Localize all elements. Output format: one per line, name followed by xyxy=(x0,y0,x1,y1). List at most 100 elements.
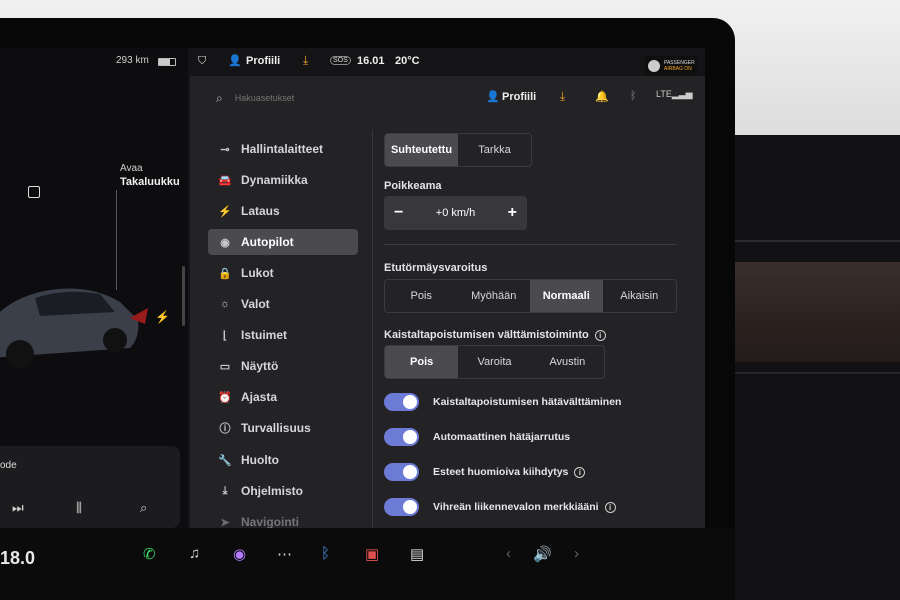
collision-option-off[interactable]: Pois xyxy=(385,280,458,312)
steering-wheel-icon: ◉ xyxy=(220,236,230,249)
car-icon: 🚘 xyxy=(218,174,232,187)
sidebar-item-lataus[interactable]: ⚡ Lataus xyxy=(208,198,358,224)
sidebar-item-label: Huolto xyxy=(241,453,279,467)
obstacle-accel-toggle[interactable] xyxy=(384,463,419,481)
sidebar-item-ajasta[interactable]: ⏰ Ajasta xyxy=(208,384,358,410)
collision-option-late[interactable]: Myöhään xyxy=(458,280,531,312)
dashcam-icon[interactable]: ▣ xyxy=(365,545,379,563)
lane-departure-label-row: Kaistaltapoistumisen välttämistoiminto i xyxy=(384,329,606,341)
sidebar-item-label: Lataus xyxy=(241,204,280,218)
sidebar-item-lukot[interactable]: 🔒 Lukot xyxy=(208,260,358,286)
cabin-temperature[interactable]: 18.0 xyxy=(0,548,35,569)
sidebar-item-label: Autopilot xyxy=(241,235,294,249)
airbag-icon xyxy=(648,60,660,72)
header-profile-icon: 👤 xyxy=(486,91,500,103)
frunk-lock-icon[interactable] xyxy=(28,186,40,198)
more-apps-icon[interactable]: ⋯ xyxy=(277,545,292,563)
collision-option-normal[interactable]: Normaali xyxy=(530,280,603,312)
lock-status-icon[interactable]: ⛉ xyxy=(198,55,206,68)
toggle-row-green-light-chime: Vihreän liikennevalon merkkiääni i xyxy=(384,496,616,518)
sidebar-item-dynamiikka[interactable]: 🚘 Dynamiikka xyxy=(208,167,358,193)
header-profile-button[interactable]: Profiili xyxy=(502,91,536,103)
bell-icon[interactable]: 🔔 xyxy=(595,90,609,103)
dashboard-trim-line xyxy=(730,240,900,242)
toggle-label: Automaattinen hätäjarrutus xyxy=(433,431,571,443)
phone-icon[interactable]: ✆ xyxy=(143,545,156,563)
header-download-icon[interactable]: ⤓ xyxy=(560,89,565,104)
collision-warning-label: Etutörmäysvaroitus xyxy=(384,262,488,274)
bluetooth-icon[interactable]: ᛒ xyxy=(630,90,637,102)
manual-icon[interactable]: ▤ xyxy=(410,545,424,563)
offset-decrease-button[interactable]: − xyxy=(394,204,403,222)
search-icon: ⌕ xyxy=(216,90,223,105)
profile-icon: 👤 xyxy=(228,55,242,67)
lane-departure-label: Kaistaltapoistumisen välttämistoiminto xyxy=(384,329,589,341)
dashboard-wood-trim xyxy=(730,262,900,362)
sidebar-item-hallintalaitteet[interactable]: ⊸ Hallintalaitteet xyxy=(208,136,358,162)
sidebar-item-autopilot[interactable]: ◉ Autopilot xyxy=(208,229,358,255)
sidebar-item-label: Lukot xyxy=(241,266,274,280)
green-light-chime-toggle[interactable] xyxy=(384,498,419,516)
signal-icon: LTE▂▃▅ xyxy=(656,89,693,99)
lane-option-warn[interactable]: Varoita xyxy=(458,346,530,378)
next-track-icon[interactable]: ⏭ xyxy=(12,500,24,516)
software-update-icon[interactable]: ⤓ xyxy=(303,53,308,68)
auto-braking-toggle[interactable] xyxy=(384,428,419,446)
seat-icon: ⌊ xyxy=(222,329,228,342)
sidebar-item-label: Istuimet xyxy=(241,328,288,342)
camera-icon[interactable]: ◉ xyxy=(233,545,246,563)
lane-option-assist[interactable]: Avustin xyxy=(531,346,604,378)
settings-search-input[interactable] xyxy=(234,93,415,103)
sidebar-item-naytto[interactable]: ▭ Näyttö xyxy=(208,353,358,379)
sidebar-item-istuimet[interactable]: ⌊ Istuimet xyxy=(208,322,358,348)
display-icon: ▭ xyxy=(219,360,231,373)
sidebar-item-turvallisuus[interactable]: ⓘ Turvallisuus xyxy=(208,415,358,441)
bluetooth-app-icon[interactable]: ᛒ xyxy=(321,545,330,562)
alarm-clock-icon: ⏰ xyxy=(218,391,232,404)
equalizer-icon[interactable]: ⫼ xyxy=(76,500,82,516)
speed-mode-selector: Suhteutettu Tarkka xyxy=(384,133,532,167)
speed-mode-option-exact[interactable]: Tarkka xyxy=(458,134,531,166)
media-search-icon[interactable]: ⌕ xyxy=(140,500,147,516)
bottom-dock xyxy=(0,528,735,600)
offset-label: Poikkeama xyxy=(384,180,442,192)
collision-option-early[interactable]: Aikaisin xyxy=(603,280,677,312)
info-icon[interactable]: i xyxy=(604,501,616,513)
panel-scrollbar[interactable] xyxy=(182,266,185,326)
lane-option-off[interactable]: Pois xyxy=(385,346,459,378)
volume-icon[interactable]: 🔊 xyxy=(533,545,552,563)
sidebar-item-valot[interactable]: ☼ Valot xyxy=(208,291,358,317)
sos-icon[interactable]: SOS xyxy=(330,56,351,65)
info-icon[interactable]: i xyxy=(594,329,606,341)
car-view-panel: 293 km Avaa Takaluukku ⚡ xyxy=(0,48,188,588)
offset-value: +0 km/h xyxy=(435,207,476,219)
sidebar-item-ohjelmisto[interactable]: ⤓ Ohjelmisto xyxy=(208,478,358,504)
sidebar-item-label: Näyttö xyxy=(241,359,279,373)
speed-mode-option-relative[interactable]: Suhteutettu xyxy=(385,134,458,166)
emergency-lane-toggle[interactable] xyxy=(384,393,419,411)
bolt-icon: ⚡ xyxy=(218,205,232,218)
sidebar-item-label: Turvallisuus xyxy=(241,421,311,435)
trunk-button[interactable]: Takaluukku xyxy=(120,176,180,188)
info-circle-icon: ⓘ xyxy=(219,423,231,435)
toggle-label: Esteet huomioiva kiihdytys xyxy=(433,466,569,478)
wrench-icon: 🔧 xyxy=(218,454,232,467)
offset-increase-button[interactable]: + xyxy=(508,204,517,222)
media-player-card[interactable] xyxy=(0,446,180,528)
volume-up-chevron-icon[interactable]: › xyxy=(574,545,579,562)
passenger-airbag-indicator: PASSENGER AIRBAG ON xyxy=(645,56,697,76)
lane-departure-selector: Pois Varoita Avustin xyxy=(384,345,605,379)
lock-icon: 🔒 xyxy=(218,267,232,280)
download-icon: ⤓ xyxy=(222,484,228,497)
clock: 16.01 xyxy=(357,55,385,67)
outside-temperature: 20°C xyxy=(395,55,420,67)
collision-warning-selector: Pois Myöhään Normaali Aikaisin xyxy=(384,279,677,313)
music-icon[interactable]: ♫ xyxy=(189,545,200,562)
sidebar-item-huolto[interactable]: 🔧 Huolto xyxy=(208,447,358,473)
volume-down-chevron-icon[interactable]: ‹ xyxy=(506,545,511,562)
settings-header: ⌕ 👤 Profiili ⤓ 🔔 ᛒ LTE▂▃▅ xyxy=(190,76,705,120)
sidebar-item-label: Ohjelmisto xyxy=(241,484,304,498)
info-icon[interactable]: i xyxy=(574,466,586,478)
sidebar-item-label: Dynamiikka xyxy=(241,173,308,187)
status-profile-button[interactable]: Profiili xyxy=(246,55,280,67)
